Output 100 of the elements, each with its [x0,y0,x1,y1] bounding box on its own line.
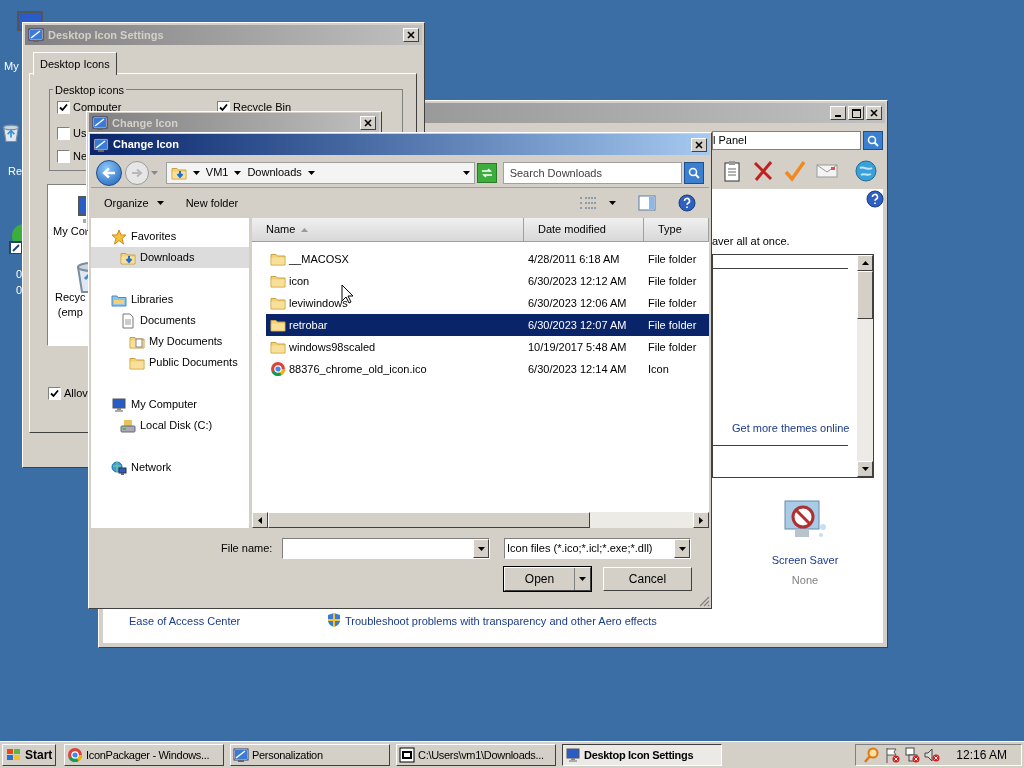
nav-item[interactable]: Public Documents [91,352,249,373]
search-field[interactable]: Search Downloads [502,161,683,184]
globe-icon[interactable] [854,159,878,183]
link[interactable]: Get more themes online [732,420,850,437]
folder-icon [270,295,286,311]
checkbox[interactable] [57,126,70,140]
nav-item[interactable]: My Documents [91,331,249,352]
refresh-button[interactable] [476,162,497,183]
address-bar[interactable]: VM1 Downloads [165,161,475,184]
recycle-bin-icon [2,124,20,142]
taskbar-button[interactable]: Personalization [230,744,390,766]
nav-item[interactable]: Local Disk (C:) [91,415,249,436]
flag-icon[interactable] [884,747,901,763]
archive-icon [399,747,415,763]
close-button[interactable] [403,28,419,42]
view-button[interactable] [579,196,616,210]
address-field[interactable]: l Panel [712,131,861,150]
search-button[interactable] [863,131,883,150]
maximize-button[interactable] [848,106,864,120]
link[interactable]: Ease of Access Center [129,613,241,630]
network-icon[interactable] [904,747,921,763]
close-button[interactable] [691,137,707,152]
file-row[interactable]: windows98scaled 10/19/2017 5:48 AM File folder [266,336,709,358]
tab[interactable]: Desktop Icons [33,52,117,75]
nav-item[interactable]: Downloads [91,247,249,268]
file-row[interactable]: retrobar 6/30/2023 12:07 AM File folder [266,314,709,336]
close-icon [869,108,879,118]
left-arrow-icon [101,166,116,179]
column-header[interactable]: Date modified [524,218,644,241]
screen-saver-label[interactable]: Screen Saver [755,552,855,569]
date-cell-text: 4/28/2011 6:18 AM [527,251,621,267]
scroll-up-button[interactable] [857,255,873,271]
document-icon [120,312,136,329]
file-type-dropdown[interactable]: Icon files (*.ico;*.icl;*.exe;*.dll) [504,538,691,559]
shield-icon [327,612,341,628]
checkbox-label: Recycle Bin [233,100,292,115]
file-row[interactable]: __MACOSX 4/28/2011 6:18 AM File folder [266,248,709,270]
check-icon [219,102,228,112]
file-row[interactable]: leviwindows 6/30/2023 12:06 AM File folder [266,292,709,314]
help-icon[interactable] [678,194,696,212]
date-cell-text: 6/30/2023 12:14 AM [527,361,628,377]
toolbar-button[interactable]: Organize [104,194,164,212]
volume-icon[interactable] [924,747,941,763]
nav-item[interactable]: Libraries [91,289,249,310]
caret-icon [234,170,242,175]
search-button[interactable] [684,161,704,184]
icon-label: Recyc [55,290,86,305]
minimize-icon [835,115,841,117]
file-row[interactable]: icon 6/30/2023 12:12 AM File folder [266,270,709,292]
network-icon [111,459,127,476]
link[interactable]: Troubleshoot problems with transparency and other Aero effects [345,613,657,630]
dialog-button[interactable]: Open [504,567,591,591]
close-button[interactable] [360,116,376,130]
taskbar-button[interactable]: Desktop Icon Settings [562,744,722,766]
scroll-thumb[interactable] [857,271,873,319]
dialog-button[interactable]: Cancel [603,567,692,591]
toolbar-button[interactable]: New folder [185,194,239,212]
breadcrumb[interactable]: Downloads [247,164,302,181]
minimize-button[interactable] [830,106,846,120]
column-header[interactable]: Name [252,218,524,241]
nav-item[interactable]: Favorites [91,226,249,247]
dropdown-button[interactable] [473,539,489,558]
taskbar-button[interactable]: C:\Users\vm1\Downloads... [396,744,556,766]
down-arrow-icon [861,467,869,471]
description-text: aver all at once. [712,234,790,249]
breadcrumb[interactable]: VM1 [205,164,229,181]
scroll-down-button[interactable] [857,461,873,477]
right-arrow-icon [130,167,143,178]
window-icon [233,747,249,763]
date-cell-text: 6/30/2023 12:07 AM [527,317,628,333]
file-row[interactable]: 88376_chrome_old_icon.ico 6/30/2023 12:14 AM Icon [266,358,709,380]
scroll-thumb[interactable] [268,512,590,528]
caret-icon [678,546,686,551]
start-button[interactable]: Start [2,744,56,766]
checkbox[interactable] [48,386,61,400]
close-button[interactable] [866,106,882,120]
type-cell-text: File folder [647,317,698,333]
caret-icon [192,170,200,175]
type-cell-text: File folder [647,295,698,311]
checkbox[interactable] [57,149,70,163]
refresh-icon [479,166,494,179]
back-button[interactable] [96,159,122,186]
delete-icon[interactable] [751,159,775,183]
scroll-right-button[interactable] [693,512,709,528]
checkbox[interactable] [57,100,70,114]
windows-logo-icon [6,748,22,762]
scroll-left-button[interactable] [252,512,268,528]
column-header[interactable]: Type [644,218,709,241]
right-arrow-icon [699,516,703,524]
dropdown-button[interactable] [674,539,690,558]
scrollbar[interactable] [252,512,709,528]
nav-item[interactable]: My Computer [91,394,249,415]
nav-item[interactable]: Network [91,457,249,478]
desktop-icon-label: Re [8,164,23,179]
check-icon[interactable] [783,159,807,183]
search-icon [688,166,701,179]
scrollbar[interactable] [857,255,873,477]
taskbar-button[interactable]: IconPackager - Windows... [64,744,224,766]
nav-item[interactable]: Documents [91,310,249,331]
file-name-field[interactable] [282,538,490,559]
